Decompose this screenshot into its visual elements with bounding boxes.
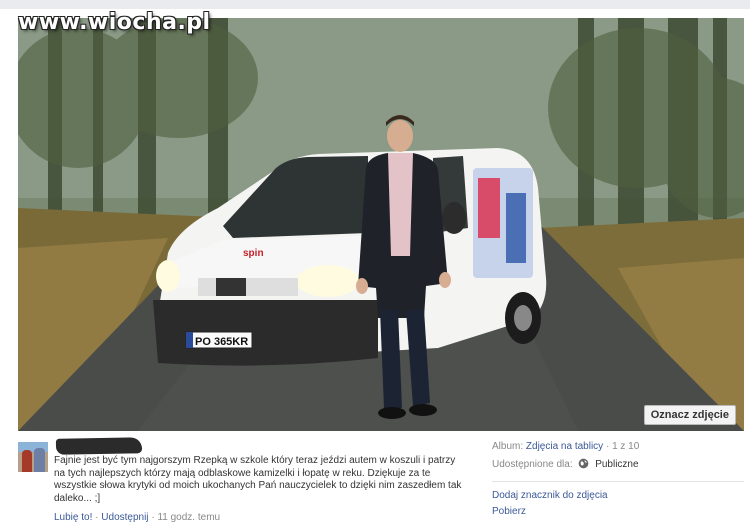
tag-photo-button[interactable]: Oznacz zdjęcie (643, 405, 736, 425)
watermark: www.wiocha.pl (18, 10, 211, 35)
album-link[interactable]: Zdjęcia na tablicy (526, 441, 603, 452)
photo-actions: Dodaj znacznik do zdjęcia Pobierz (492, 490, 608, 522)
like-link[interactable]: Lubię to! (54, 512, 92, 523)
photo-scene: PO 365KR spin (18, 18, 744, 431)
shared-label: Udostępnione dla: (492, 459, 573, 470)
album-row: Album: Zdjęcia na tablicy · 1 z 10 (492, 441, 640, 452)
download-link[interactable]: Pobierz (492, 506, 608, 517)
separator: · (95, 512, 99, 523)
album-count: 1 z 10 (612, 441, 640, 452)
redacted-author-name (55, 437, 143, 455)
separator: · (151, 512, 155, 523)
privacy-value[interactable]: Publiczne (595, 459, 638, 470)
album-label: Album: (492, 441, 524, 452)
privacy-row: Udostępnione dla: Publiczne (492, 456, 742, 474)
van-logo-text: spin (243, 248, 264, 259)
globe-icon (579, 458, 589, 469)
add-location-link[interactable]: Dodaj znacznik do zdjęcia (492, 490, 608, 501)
post-time: 11 godz. temu (157, 512, 221, 523)
post-area: Fajnie jest być tym najgorszym Rzepką w … (18, 437, 468, 528)
photo-meta: Album: Zdjęcia na tablicy · 1 z 10 Udost… (492, 438, 744, 517)
post-actions: Lubię to! · Udostępnij · 11 godz. temu (54, 512, 220, 523)
avatar[interactable] (18, 442, 48, 472)
top-strip (0, 0, 750, 9)
license-plate: PO 365KR (195, 336, 248, 348)
post-caption: Fajnie jest być tym najgorszym Rzepką w … (54, 455, 462, 504)
share-link[interactable]: Udostępnij (101, 512, 148, 523)
photo[interactable]: PO 365KR spin Oznacz zdjęcie (18, 18, 744, 431)
divider (492, 481, 744, 482)
